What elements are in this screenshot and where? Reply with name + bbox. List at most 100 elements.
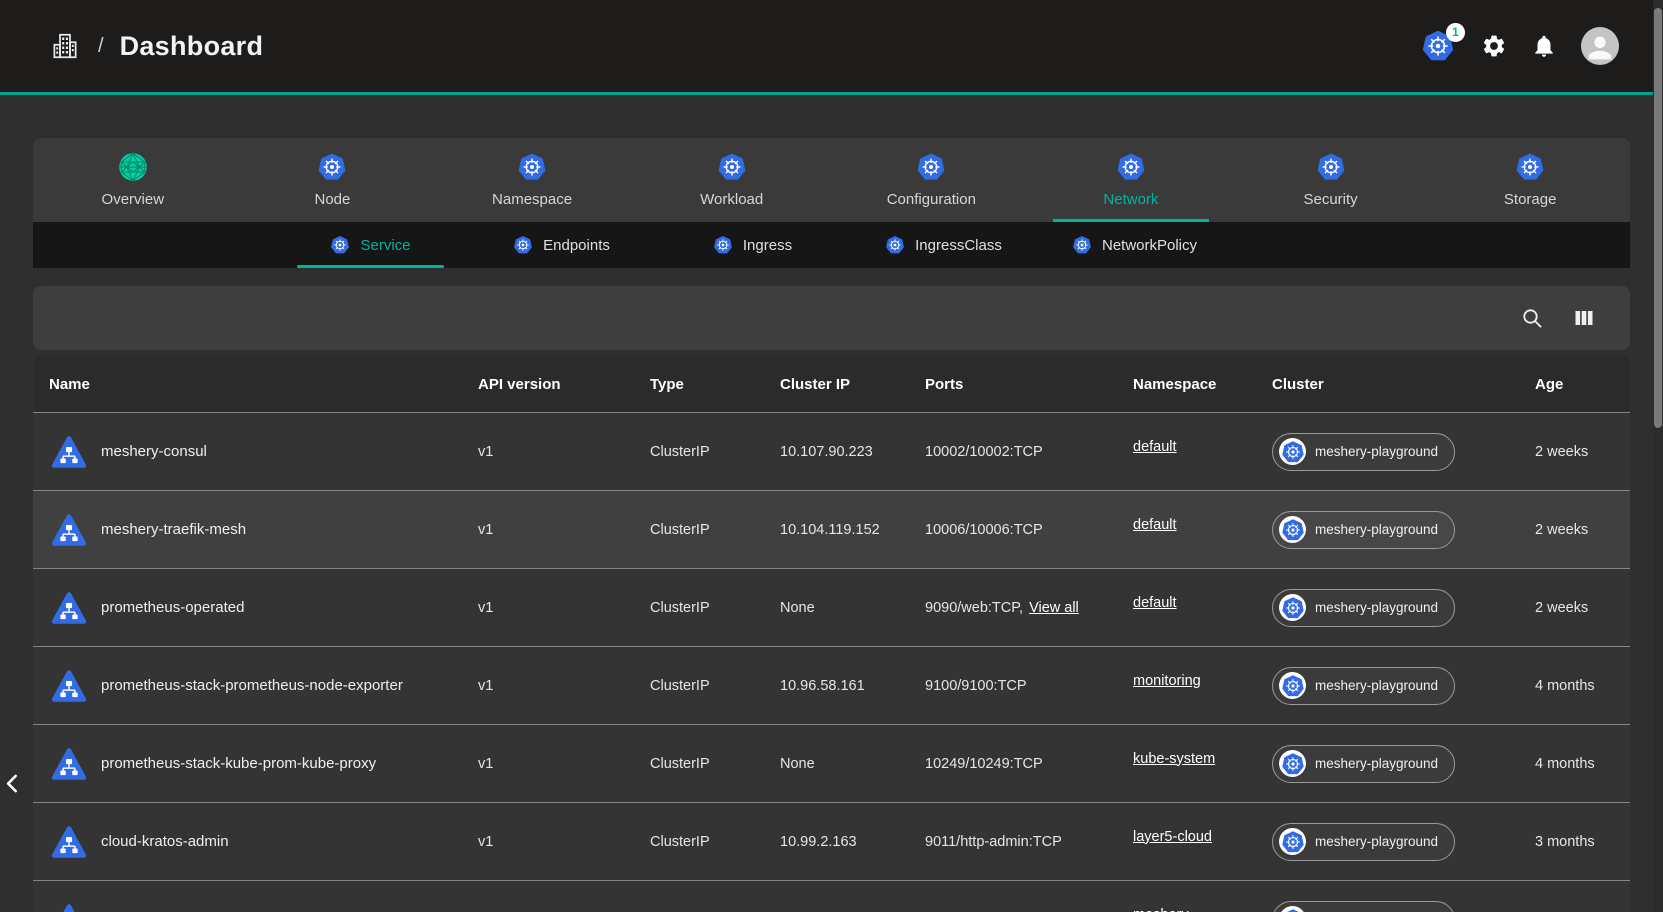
type-cell: ClusterIP	[634, 444, 764, 460]
cluster-cell: meshery-playground	[1256, 823, 1519, 861]
tab-storage[interactable]: Storage	[1430, 138, 1630, 222]
cluster-cell: meshery-playground	[1256, 745, 1519, 783]
api-version-cell: v1	[462, 678, 634, 694]
column-header-ports[interactable]: Ports	[909, 376, 1117, 393]
column-header-age[interactable]: Age	[1519, 376, 1630, 393]
table-row[interactable]: prometheus-stack-prometheus-node-exporte…	[33, 646, 1630, 724]
table-toolbar	[33, 286, 1630, 350]
name-cell: prometheus-stack-kube-prom-kube-proxy	[33, 746, 462, 782]
kubernetes-icon	[1279, 828, 1306, 855]
namespace-link[interactable]: layer5-cloud	[1133, 829, 1212, 845]
age-cell: 2 weeks	[1519, 600, 1630, 616]
type-cell: ClusterIP	[634, 678, 764, 694]
gear-icon	[1481, 33, 1507, 59]
namespace-link[interactable]: default	[1133, 595, 1177, 611]
table-row[interactable]: cloud-kratos-admin v1 ClusterIP 10.99.2.…	[33, 802, 1630, 880]
cluster-ip-cell: None	[764, 756, 909, 772]
subtab-ingressclass[interactable]: IngressClass	[848, 222, 1039, 268]
column-header-api-version[interactable]: API version	[462, 376, 634, 393]
service-resource-icon	[51, 590, 87, 626]
tab-node[interactable]: Node	[233, 138, 433, 222]
kubernetes-icon	[330, 235, 350, 255]
age-cell: 2 weeks	[1519, 444, 1630, 460]
type-cell: ClusterIP	[634, 600, 764, 616]
kubernetes-icon	[916, 152, 946, 182]
kubernetes-icon	[1279, 438, 1306, 465]
namespace-link[interactable]: default	[1133, 517, 1177, 533]
overview-mesh-icon	[118, 152, 148, 182]
column-header-namespace[interactable]: Namespace	[1117, 376, 1256, 393]
subtab-label: Endpoints	[543, 237, 610, 254]
tab-configuration[interactable]: Configuration	[832, 138, 1032, 222]
notifications-button[interactable]	[1531, 33, 1557, 59]
network-sub-tabs: Service Endpoints Ingress IngressClass N…	[33, 222, 1630, 268]
table-row[interactable]: meshery-consul v1 ClusterIP 10.107.90.22…	[33, 412, 1630, 490]
tab-namespace[interactable]: Namespace	[432, 138, 632, 222]
service-resource-icon	[51, 824, 87, 860]
service-name: prometheus-stack-prometheus-node-exporte…	[101, 677, 403, 694]
bell-icon	[1531, 33, 1557, 59]
namespace-link[interactable]: kube-system	[1133, 751, 1215, 767]
column-header-name[interactable]: Name	[33, 376, 462, 393]
view-all-ports-link[interactable]: View all	[1029, 600, 1079, 616]
cluster-chip[interactable]: meshery-playground	[1272, 589, 1455, 627]
column-header-type[interactable]: Type	[634, 376, 764, 393]
tab-overview[interactable]: Overview	[33, 138, 233, 222]
type-cell: ClusterIP	[634, 756, 764, 772]
cluster-chip[interactable]: meshery-playground	[1272, 901, 1455, 912]
cluster-ip-cell: None	[764, 600, 909, 616]
resource-tabs: Overview Node Namespace Workload Configu…	[33, 138, 1630, 222]
column-header-cluster-ip[interactable]: Cluster IP	[764, 376, 909, 393]
user-avatar-button[interactable]	[1581, 27, 1619, 65]
cluster-chip[interactable]: meshery-playground	[1272, 433, 1455, 471]
kubernetes-icon	[1279, 906, 1306, 912]
cluster-chip[interactable]: meshery-playground	[1272, 667, 1455, 705]
kubernetes-context-button[interactable]: 1	[1421, 29, 1455, 63]
page-title: Dashboard	[120, 31, 264, 62]
namespace-link[interactable]: monitoring	[1133, 673, 1201, 689]
cluster-chip[interactable]: meshery-playground	[1272, 823, 1455, 861]
tab-label: Workload	[700, 191, 763, 208]
service-resource-icon	[51, 512, 87, 548]
subtab-ingress[interactable]: Ingress	[657, 222, 848, 268]
subtab-networkpolicy[interactable]: NetworkPolicy	[1039, 222, 1230, 268]
search-button[interactable]	[1520, 306, 1544, 330]
namespace-cell: default	[1117, 600, 1256, 616]
namespace-link[interactable]: meshery	[1133, 907, 1189, 912]
cluster-chip[interactable]: meshery-playground	[1272, 511, 1455, 549]
tab-workload[interactable]: Workload	[632, 138, 832, 222]
cluster-name: meshery-playground	[1315, 834, 1438, 849]
tab-label: Storage	[1504, 191, 1557, 208]
service-name: cloud-kratos-admin	[101, 833, 229, 850]
tab-label: Namespace	[492, 191, 572, 208]
namespace-cell: kube-system	[1117, 756, 1256, 772]
cluster-name: meshery-playground	[1315, 522, 1438, 537]
namespace-link[interactable]: default	[1133, 439, 1177, 455]
ports-cell: 9011/http-admin:TCP	[909, 834, 1117, 850]
header-actions: 1	[1421, 27, 1637, 65]
ports-cell: 9090/web:TCP, View all	[909, 600, 1117, 616]
table-row[interactable]: prometheus-stack-kube-prom-kube-proxy v1…	[33, 724, 1630, 802]
tab-network[interactable]: Network	[1031, 138, 1231, 222]
table-row[interactable]: meshery meshery-playground	[33, 880, 1630, 912]
subtab-service[interactable]: Service	[275, 222, 466, 268]
table-row[interactable]: meshery-traefik-mesh v1 ClusterIP 10.104…	[33, 490, 1630, 568]
age-cell: 3 months	[1519, 834, 1630, 850]
cluster-cell: meshery-playground	[1256, 589, 1519, 627]
scrollbar-thumb[interactable]	[1654, 8, 1662, 428]
column-header-cluster[interactable]: Cluster	[1256, 376, 1519, 393]
cluster-chip[interactable]: meshery-playground	[1272, 745, 1455, 783]
subtab-endpoints[interactable]: Endpoints	[466, 222, 657, 268]
tab-label: Security	[1303, 191, 1357, 208]
table-row[interactable]: prometheus-operated v1 ClusterIP None 90…	[33, 568, 1630, 646]
name-cell: cloud-kratos-admin	[33, 824, 462, 860]
organization-icon[interactable]	[50, 31, 80, 61]
settings-button[interactable]	[1481, 33, 1507, 59]
view-columns-button[interactable]	[1572, 306, 1596, 330]
kubernetes-icon	[517, 152, 547, 182]
namespace-cell: monitoring	[1117, 678, 1256, 694]
person-icon	[1583, 31, 1617, 65]
api-version-cell: v1	[462, 522, 634, 538]
sidebar-expand-button[interactable]	[0, 768, 26, 798]
tab-security[interactable]: Security	[1231, 138, 1431, 222]
